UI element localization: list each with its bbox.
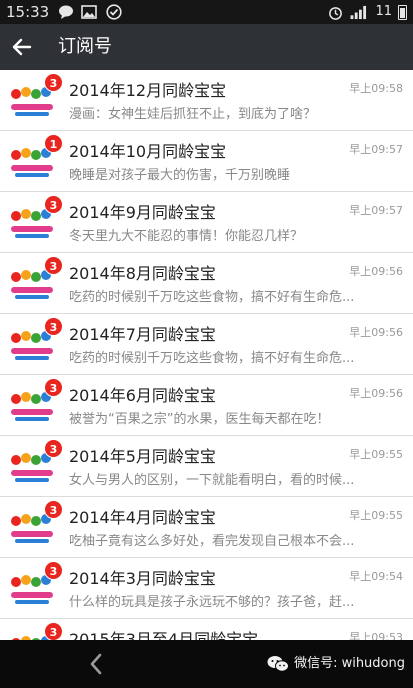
item-title: 2014年10月同龄宝宝 [69,142,227,161]
item-time: 早上09:54 [349,570,403,583]
item-title: 2014年8月同龄宝宝 [69,264,216,283]
unread-badge: 3 [44,317,63,336]
list-item[interactable]: 3 2014年7月同龄宝宝 早上09:56 吃药的时候别千万吃这些食物，搞不好有… [0,314,413,375]
item-preview: 女人与男人的区别，一下就能看明白，看的时候... [69,473,355,488]
item-preview: 晚睡是对孩子最大的伤害，千万别晚睡 [69,168,291,183]
list-item[interactable]: 3 2014年9月同龄宝宝 早上09:57 冬天里九大不能忍的事情！你能忍几样？ [0,192,413,253]
check-circle-icon [106,4,122,20]
page-title: 订阅号 [58,36,112,57]
list-item[interactable]: 3 2014年3月同龄宝宝 早上09:54 什么样的玩具是孩子永远玩不够的？孩子… [0,558,413,619]
item-time: 早上09:56 [349,326,403,339]
item-preview: 漫画：女神生娃后抓狂不止，到底为了啥？ [69,107,317,122]
unread-badge: 3 [44,195,63,214]
unread-badge: 3 [44,378,63,397]
item-preview: 吃药的时候别千万吃这些食物，搞不好有生命危... [69,351,355,366]
item-time: 早上09:55 [349,448,403,461]
item-time: 早上09:55 [349,509,403,522]
item-preview: 什么样的玩具是孩子永远玩不够的？孩子爸，赶... [69,595,355,610]
chat-bubble-icon [59,5,73,19]
unread-badge: 3 [44,73,63,92]
signal-label: 11 [375,4,392,19]
item-title: 2014年5月同龄宝宝 [69,447,216,466]
item-time: 早上09:56 [349,387,403,400]
item-title: 2014年12月同龄宝宝 [69,81,227,100]
item-preview: 被誉为“百果之宗”的水果，医生每天都在吃！ [69,412,330,427]
item-title: 2014年3月同龄宝宝 [69,569,216,588]
app-bar: 订阅号 [0,24,413,70]
list-item[interactable]: 3 2014年12月同龄宝宝 早上09:58 漫画：女神生娃后抓狂不止，到底为了… [0,70,413,131]
status-right: 11 [328,3,407,21]
signal-icon [351,5,367,19]
item-title: 2014年4月同龄宝宝 [69,508,216,527]
item-preview: 吃药的时候别千万吃这些食物，搞不好有生命危... [69,290,355,305]
battery-icon [398,4,407,20]
watermark: 微信号: wihudong [267,655,405,673]
item-time: 早上09:53 [349,631,403,640]
chevron-left-icon[interactable] [85,652,109,676]
system-nav-bar: 微信号: wihudong [0,640,413,688]
item-title: 2015年3月至4月同龄宝宝 [69,630,259,640]
unread-badge: 3 [44,500,63,519]
wechat-icon [267,656,290,672]
item-time: 早上09:56 [349,265,403,278]
list-item[interactable]: 3 2014年8月同龄宝宝 早上09:56 吃药的时候别千万吃这些食物，搞不好有… [0,253,413,314]
list-item[interactable]: 1 2014年10月同龄宝宝 早上09:57 晚睡是对孩子最大的伤害，千万别晚睡 [0,131,413,192]
status-time: 15:33 [6,3,50,21]
item-title: 2014年9月同龄宝宝 [69,203,216,222]
list-item[interactable]: 3 2014年5月同龄宝宝 早上09:55 女人与男人的区别，一下就能看明白，看… [0,436,413,497]
item-title: 2014年6月同龄宝宝 [69,386,216,405]
arrow-left-icon[interactable] [8,33,36,61]
alarm-icon [329,6,343,20]
list-item[interactable]: 3 2014年6月同龄宝宝 早上09:56 被誉为“百果之宗”的水果，医生每天都… [0,375,413,436]
item-preview: 吃柚子竟有这么多好处，看完发现自己根本不会... [69,534,355,549]
watermark-text: 微信号: wihudong [294,656,405,671]
list-item[interactable]: 3 2015年3月至4月同龄宝宝 早上09:53 [0,619,413,640]
item-time: 早上09:57 [349,143,403,156]
item-time: 早上09:57 [349,204,403,217]
item-title: 2014年7月同龄宝宝 [69,325,216,344]
item-preview: 冬天里九大不能忍的事情！你能忍几样？ [69,229,304,244]
list-item[interactable]: 3 2014年4月同龄宝宝 早上09:55 吃柚子竟有这么多好处，看完发现自己根… [0,497,413,558]
image-icon [81,5,97,19]
unread-badge: 3 [44,561,63,580]
subscription-list: 3 2014年12月同龄宝宝 早上09:58 漫画：女神生娃后抓狂不止，到底为了… [0,70,413,640]
unread-badge: 3 [44,256,63,275]
unread-badge: 3 [44,622,63,640]
item-time: 早上09:58 [349,82,403,95]
status-bar: 15:33 11 [0,0,413,24]
unread-badge: 3 [44,439,63,458]
unread-badge: 1 [44,134,63,153]
